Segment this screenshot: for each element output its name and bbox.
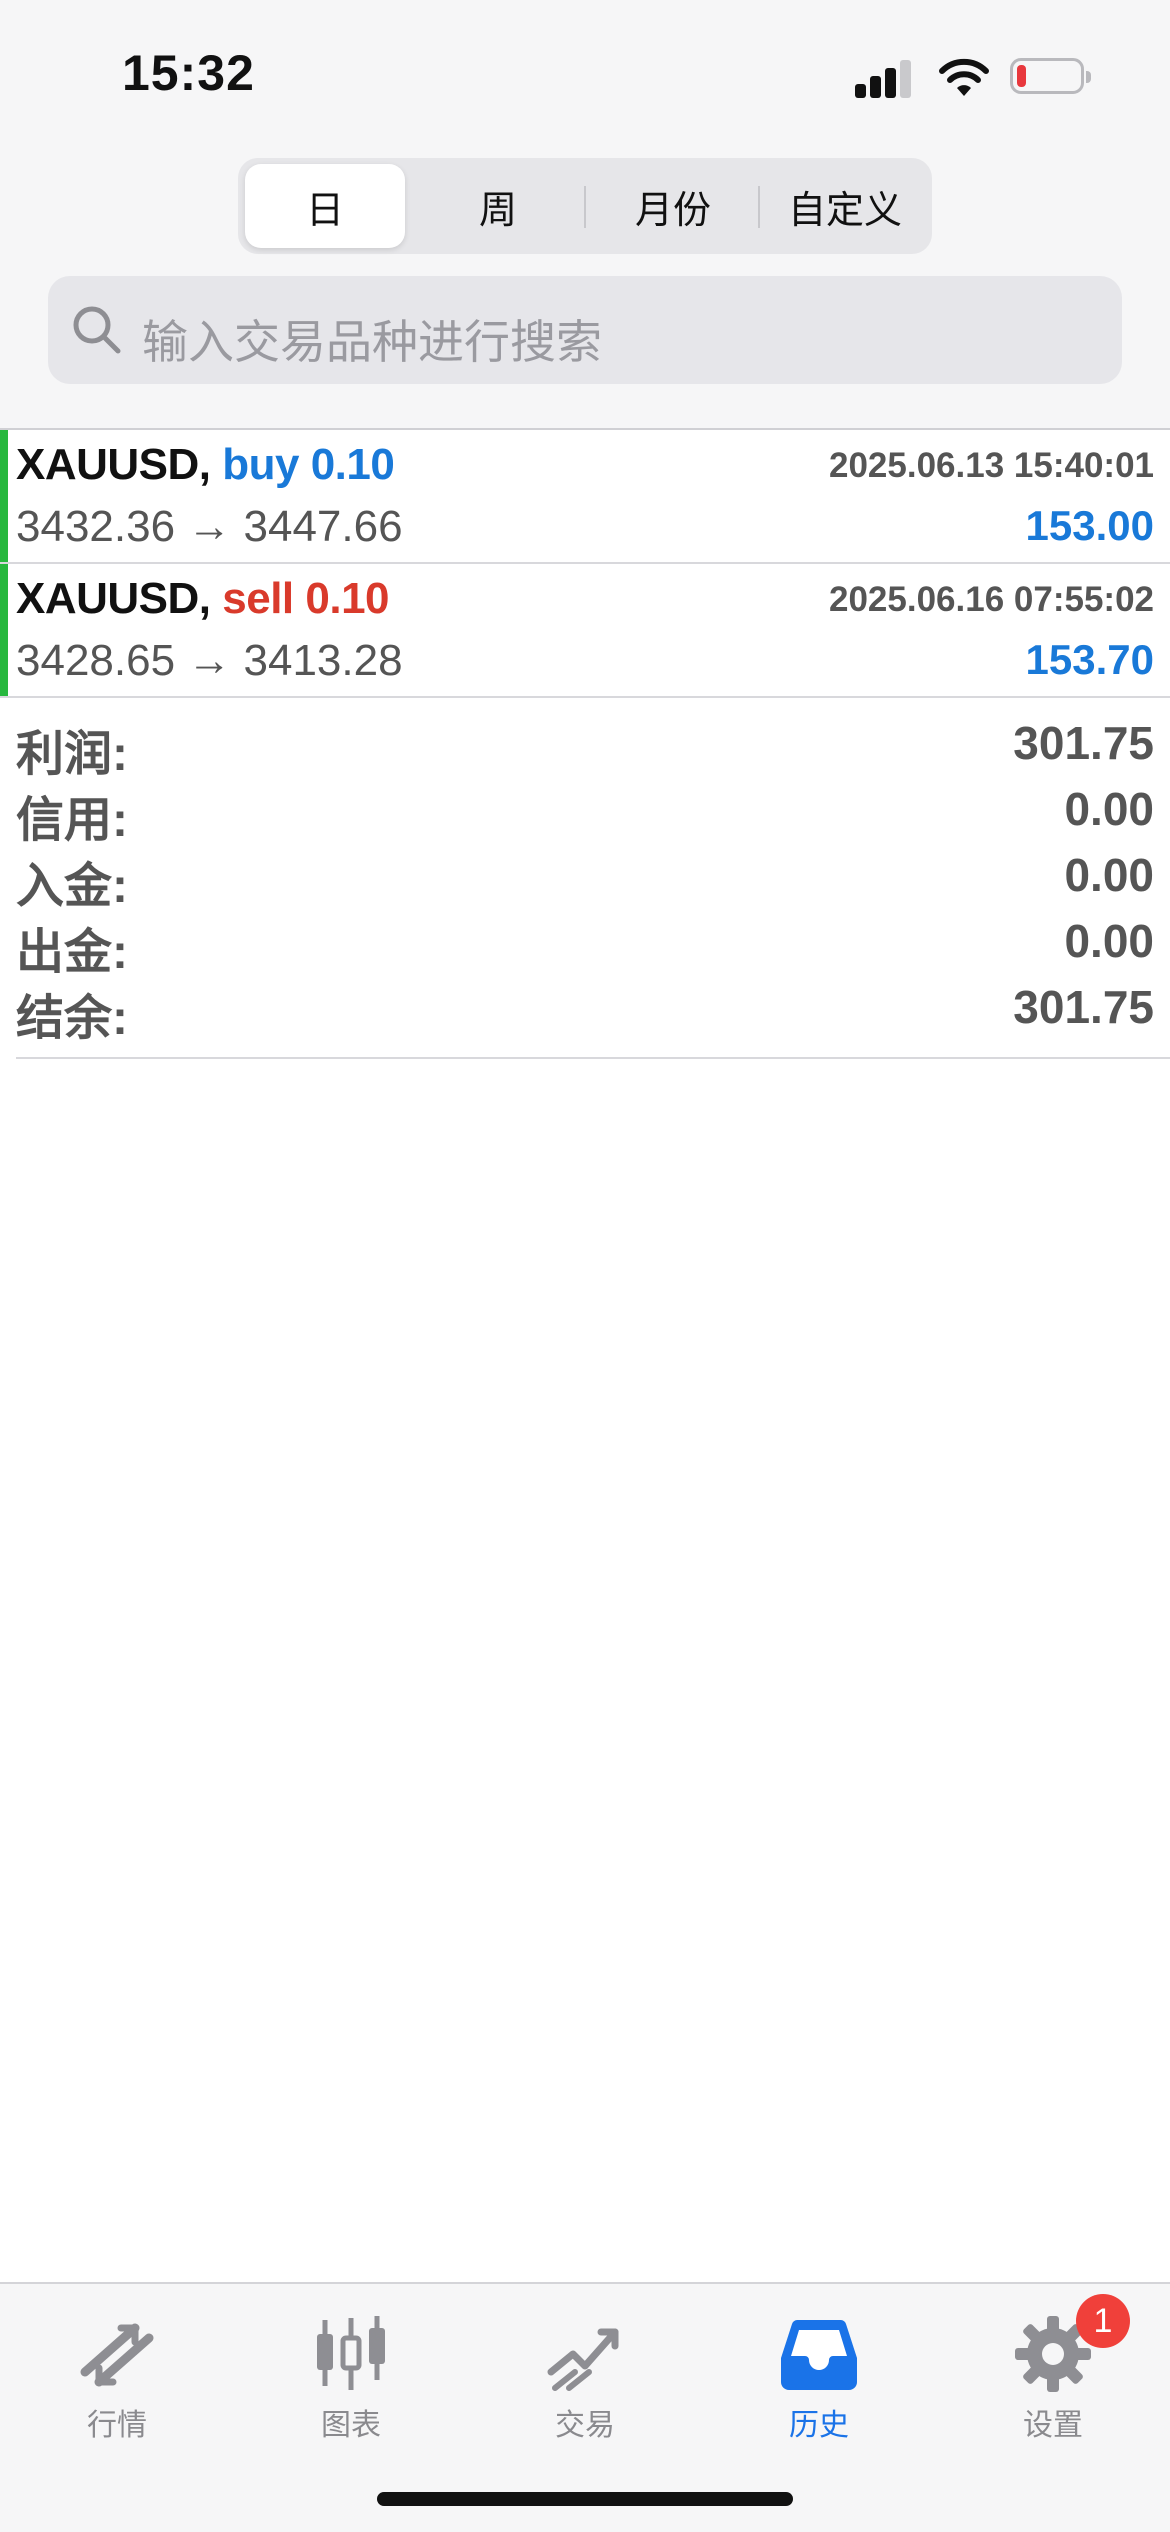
trade-symbol: XAUUSD, (16, 440, 211, 489)
trade-profit: 153.00 (1025, 502, 1154, 549)
search-icon (73, 306, 121, 354)
segment-divider (758, 186, 760, 228)
summary-row-balance: 结余: 301.75 (0, 974, 1170, 1045)
summary-label: 入金: (16, 860, 128, 913)
summary-row-deposit: 入金: 0.00 (0, 842, 1170, 913)
bottom-tab-bar: 行情 图表 交易 历史 1 设置 (0, 2282, 1170, 2532)
tab-quotes[interactable]: 行情 (0, 2300, 234, 2442)
trade-symbol: XAUUSD, (16, 574, 211, 623)
trade-prices: 3432.36 → 3447.66 (16, 502, 403, 551)
summary-label: 信用: (16, 794, 128, 847)
trade-side: sell 0.10 (222, 574, 390, 623)
trade-prices: 3428.65 → 3413.28 (16, 636, 403, 685)
trade-row[interactable]: XAUUSD, sell 0.10 2025.06.16 07:55:02 34… (0, 564, 1170, 698)
trade-icon (547, 2328, 619, 2391)
row-divider (0, 696, 1170, 698)
tab-trade-label: 交易 (555, 2409, 615, 2442)
trade-side: buy 0.10 (222, 440, 395, 489)
tab-history-label: 历史 (789, 2409, 849, 2442)
status-bar: 15:32 (0, 0, 1170, 150)
tab-trade[interactable]: 交易 (468, 2300, 702, 2442)
summary-value: 301.75 (1013, 717, 1154, 769)
summary-label: 出金: (16, 926, 128, 979)
tab-month-label: 月份 (634, 189, 711, 232)
summary-label: 结余: (16, 992, 128, 1045)
history-icon (781, 2320, 857, 2390)
trade-time: 2025.06.13 15:40:01 (829, 446, 1154, 485)
trade-symbol-line: XAUUSD, buy 0.10 (16, 440, 395, 490)
history-screen: 15:32 日 周 月份 自定义 输入交易品种进行搜索 XAUUSD, buy … (0, 0, 1170, 2532)
notification-badge: 1 (1076, 2294, 1130, 2348)
trade-time: 2025.06.16 07:55:02 (829, 580, 1154, 619)
battery-icon (1010, 58, 1091, 94)
status-time: 15:32 (122, 45, 255, 101)
trade-status-bar (0, 430, 8, 564)
tab-history[interactable]: 历史 (702, 2300, 936, 2442)
search-field[interactable]: 输入交易品种进行搜索 (48, 276, 1122, 384)
summary-divider (16, 1057, 1170, 1059)
summary-row-withdrawal: 出金: 0.00 (0, 908, 1170, 979)
trade-profit: 153.70 (1025, 636, 1154, 683)
wifi-icon (939, 58, 989, 96)
tab-day[interactable]: 日 (245, 164, 405, 248)
trade-row[interactable]: XAUUSD, buy 0.10 2025.06.13 15:40:01 343… (0, 430, 1170, 564)
cellular-signal-icon (855, 58, 913, 98)
tab-week[interactable]: 周 (420, 164, 576, 248)
summary-value: 0.00 (1064, 849, 1154, 901)
tab-chart[interactable]: 图表 (234, 2300, 468, 2442)
summary-row-credit: 信用: 0.00 (0, 776, 1170, 847)
home-indicator[interactable] (377, 2492, 793, 2506)
tab-chart-label: 图表 (321, 2409, 381, 2442)
chart-icon (317, 2316, 385, 2390)
tab-quotes-label: 行情 (87, 2409, 147, 2442)
tab-custom[interactable]: 自定义 (762, 164, 928, 248)
summary-value: 0.00 (1064, 915, 1154, 967)
tab-settings-label: 设置 (1023, 2409, 1083, 2442)
period-segmented-control: 日 周 月份 自定义 (238, 158, 932, 254)
trade-symbol-line: XAUUSD, sell 0.10 (16, 574, 390, 624)
tab-day-label: 日 (305, 189, 344, 232)
summary-label: 利润: (16, 728, 128, 781)
summary-value: 301.75 (1013, 981, 1154, 1033)
summary-value: 0.00 (1064, 783, 1154, 835)
trade-status-bar (0, 564, 8, 698)
segment-divider (584, 186, 586, 228)
summary-row-profit: 利润: 301.75 (0, 710, 1170, 781)
search-input[interactable]: 输入交易品种进行搜索 (142, 306, 602, 372)
battery-level (1017, 65, 1026, 87)
tab-month[interactable]: 月份 (590, 164, 756, 248)
quotes-icon (80, 2323, 154, 2387)
tab-week-label: 周 (478, 189, 517, 232)
tab-custom-label: 自定义 (787, 189, 902, 232)
tab-settings[interactable]: 1 设置 (936, 2294, 1170, 2442)
